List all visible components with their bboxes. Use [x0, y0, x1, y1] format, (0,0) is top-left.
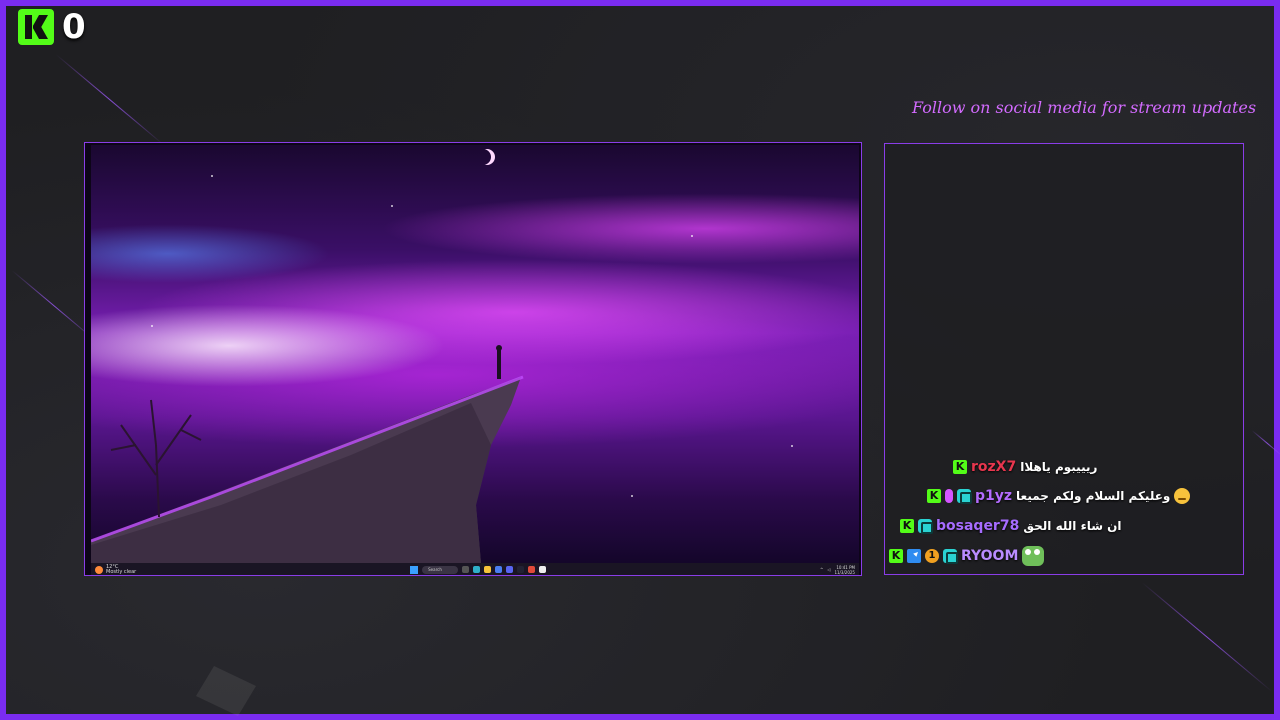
chat-text: ريييبوم ياهلاا	[1020, 460, 1098, 474]
kick-icon	[900, 519, 914, 533]
chat-message: bosaqer78 ان شاء الله الحق	[900, 515, 1122, 537]
social-media-banner: Follow on social media for stream update…	[912, 98, 1257, 117]
store-icon[interactable]	[495, 566, 503, 573]
chat-message: RYOOM	[889, 545, 1045, 567]
kick-icon	[953, 460, 967, 474]
chat-text: وعليكم السلام ولكم جميعا	[1016, 489, 1171, 503]
kick-icon	[927, 489, 941, 503]
windows-start-icon[interactable]	[410, 565, 419, 574]
kick-logo-icon	[18, 9, 54, 45]
bare-tree	[110, 399, 202, 518]
og-icon	[918, 519, 933, 534]
chat-username[interactable]: bosaqer78	[936, 518, 1019, 534]
weather-desc: Mostly clear	[106, 568, 137, 575]
chat-panel: rozX7 ريييبوم ياهلاا p1yz وعليكم السلام …	[884, 143, 1244, 575]
task-view-icon[interactable]	[462, 566, 470, 573]
chat-username[interactable]: p1yz	[975, 488, 1012, 504]
decorative-line	[1141, 582, 1273, 693]
taskbar-clock[interactable]: 10:41 PM 11/3/2025	[834, 565, 855, 575]
weather-icon	[95, 565, 103, 574]
windows-taskbar: 12°C Mostly clear Search ^ ◁ 10:41 PM 11…	[91, 563, 859, 575]
volume-icon[interactable]: ◁	[827, 567, 830, 572]
mic-icon	[945, 489, 953, 503]
decorative-line	[55, 54, 164, 145]
chat-text: ان شاء الله الحق	[1023, 519, 1122, 533]
viewer-count: 0	[62, 7, 86, 47]
og-icon	[943, 549, 958, 564]
obs-icon[interactable]	[539, 566, 547, 573]
steam-icon[interactable]	[517, 566, 525, 573]
decorative-line	[1251, 430, 1280, 457]
gift-icon	[925, 549, 939, 563]
screen-capture-window: 12°C Mostly clear Search ^ ◁ 10:41 PM 11…	[84, 142, 862, 576]
file-explorer-icon[interactable]	[484, 566, 492, 573]
system-tray: ^ ◁ 10:41 PM 11/3/2025	[820, 565, 855, 575]
frog-emote	[1022, 546, 1045, 566]
weather-info: 12°C Mostly clear	[106, 564, 137, 575]
taskbar-weather[interactable]: 12°C Mostly clear	[95, 564, 137, 575]
chat-message: rozX7 ريييبوم ياهلاا	[953, 456, 1097, 478]
viewer-count-badge: 0	[18, 6, 86, 48]
taskbar-apps: Search	[410, 565, 547, 574]
kick-icon	[889, 549, 903, 563]
sad-face-emote	[1174, 488, 1191, 504]
og-icon	[957, 489, 972, 504]
chat-username[interactable]: rozX7	[971, 459, 1016, 475]
chat-message: p1yz وعليكم السلام ولكم جميعا	[927, 485, 1191, 507]
chrome-icon[interactable]	[528, 566, 536, 573]
taskbar-search[interactable]: Search	[422, 565, 459, 574]
tray-chevron-icon[interactable]: ^	[820, 567, 823, 572]
clock-date: 11/3/2025	[834, 569, 855, 575]
chat-username[interactable]: RYOOM	[961, 548, 1018, 564]
desktop-wallpaper	[91, 145, 859, 563]
cliff-silhouette	[91, 345, 524, 563]
edge-icon[interactable]	[473, 566, 481, 573]
discord-icon[interactable]	[506, 566, 514, 573]
watermark-logo-icon	[196, 666, 256, 716]
mod-icon	[907, 549, 921, 563]
person-silhouette	[497, 349, 501, 379]
